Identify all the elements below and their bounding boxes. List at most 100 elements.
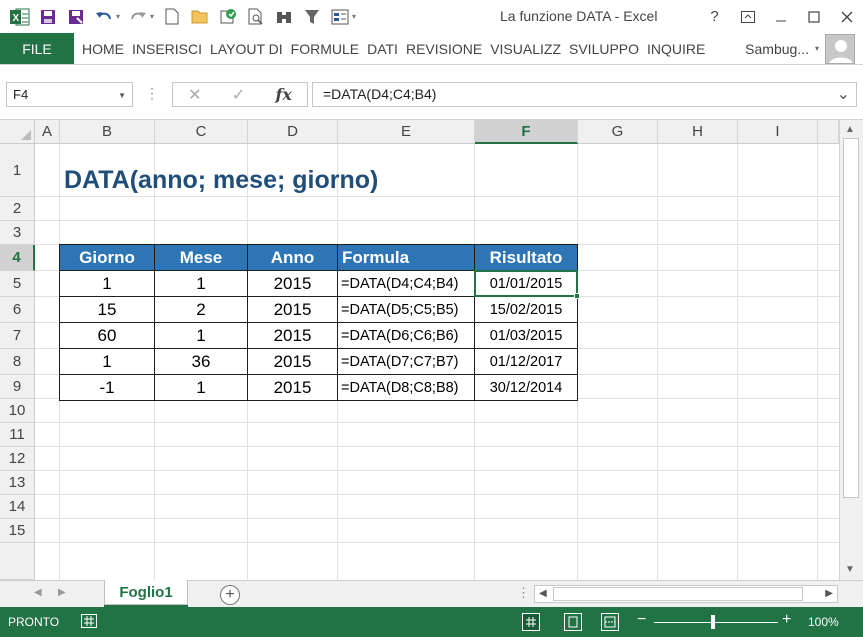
scroll-right-icon[interactable]: ▶ bbox=[825, 588, 833, 599]
formula-input[interactable]: =DATA(D4;C4;B4) ⌄ bbox=[312, 82, 857, 107]
row-header-1[interactable]: 1 bbox=[0, 144, 35, 197]
help-button[interactable]: ? bbox=[698, 0, 731, 33]
table-cell[interactable]: 01/12/2017 bbox=[474, 348, 578, 375]
tab-sviluppo[interactable]: SVILUPPO bbox=[565, 33, 643, 64]
maximize-icon[interactable] bbox=[797, 0, 830, 33]
excel-logo-icon[interactable]: X bbox=[8, 5, 32, 29]
minimize-icon[interactable] bbox=[764, 0, 797, 33]
table-header-risultato[interactable]: Risultato bbox=[474, 244, 578, 271]
table-cell[interactable]: 15 bbox=[59, 296, 155, 323]
table-cell[interactable]: 60 bbox=[59, 322, 155, 349]
sheet-scroll-right-icon[interactable]: ▶ bbox=[58, 587, 66, 598]
zoom-in-icon[interactable]: + bbox=[782, 611, 791, 629]
zoom-out-icon[interactable]: − bbox=[637, 611, 646, 629]
chevron-down-icon[interactable]: ▼ bbox=[118, 91, 126, 100]
table-cell[interactable]: 15/02/2015 bbox=[474, 296, 578, 323]
name-box[interactable]: F4 ▼ bbox=[6, 82, 133, 107]
table-cell[interactable]: 2015 bbox=[247, 374, 338, 401]
table-cell[interactable]: 2015 bbox=[247, 322, 338, 349]
scroll-left-icon[interactable]: ◀ bbox=[539, 588, 547, 599]
row-header-3[interactable]: 3 bbox=[0, 221, 35, 245]
row-header-2[interactable]: 2 bbox=[0, 197, 35, 221]
tab-inserisci[interactable]: INSERISCI bbox=[128, 33, 206, 64]
sheet-tab-foglio1[interactable]: Foglio1 bbox=[104, 580, 188, 605]
refresh-icon[interactable] bbox=[216, 5, 240, 29]
tab-inquire[interactable]: INQUIRE bbox=[643, 33, 709, 64]
page-break-preview-icon[interactable] bbox=[601, 613, 619, 631]
column-header-f[interactable]: F bbox=[475, 120, 578, 144]
table-cell[interactable]: 1 bbox=[154, 270, 248, 297]
user-account[interactable]: Sambug... ▾ bbox=[745, 33, 863, 64]
zoom-level[interactable]: 100% bbox=[808, 615, 839, 629]
row-header-8[interactable]: 8 bbox=[0, 349, 35, 375]
save-as-icon[interactable] bbox=[64, 5, 88, 29]
row-header-11[interactable]: 11 bbox=[0, 423, 35, 447]
table-cell[interactable]: 1 bbox=[154, 374, 248, 401]
horizontal-scroll-thumb[interactable] bbox=[553, 587, 803, 601]
column-header-e[interactable]: E bbox=[338, 120, 475, 144]
scroll-down-icon[interactable]: ▼ bbox=[845, 564, 855, 575]
table-cell[interactable]: 1 bbox=[59, 348, 155, 375]
row-header-6[interactable]: 6 bbox=[0, 297, 35, 323]
table-cell[interactable]: 2015 bbox=[247, 270, 338, 297]
row-header-12[interactable]: 12 bbox=[0, 447, 35, 471]
table-cell[interactable]: =DATA(D8;C8;B8) bbox=[337, 374, 475, 401]
customize-icon[interactable]: ▾ bbox=[352, 12, 356, 21]
formula-bar-resize-icon[interactable]: ⋮ bbox=[145, 85, 159, 102]
redo-dropdown-icon[interactable]: ▾ bbox=[150, 12, 154, 21]
table-cell[interactable]: =DATA(D4;C4;B4) bbox=[337, 270, 475, 297]
column-header-j[interactable] bbox=[818, 120, 839, 144]
table-cell[interactable]: 2015 bbox=[247, 348, 338, 375]
close-icon[interactable] bbox=[830, 0, 863, 33]
tab-visualizza[interactable]: VISUALIZZ bbox=[486, 33, 565, 64]
horizontal-scrollbar[interactable]: ◀ ▶ bbox=[534, 585, 838, 603]
table-header-giorno[interactable]: Giorno bbox=[59, 244, 155, 271]
table-cell[interactable]: 36 bbox=[154, 348, 248, 375]
redo-icon[interactable] bbox=[126, 5, 150, 29]
row-header-7[interactable]: 7 bbox=[0, 323, 35, 349]
tab-dati[interactable]: DATI bbox=[363, 33, 402, 64]
table-cell[interactable]: -1 bbox=[59, 374, 155, 401]
enter-icon[interactable]: ✓ bbox=[232, 85, 245, 105]
select-all-button[interactable] bbox=[0, 120, 35, 144]
column-header-i[interactable]: I bbox=[738, 120, 818, 144]
open-icon[interactable] bbox=[188, 5, 212, 29]
insert-function-icon[interactable]: fx bbox=[275, 85, 291, 104]
worksheet-grid[interactable]: A B C D E F G H I 1 2 3 4 5 6 7 8 9 10 1… bbox=[0, 120, 863, 580]
expand-formula-bar-icon[interactable]: ⌄ bbox=[837, 84, 850, 104]
normal-view-icon[interactable] bbox=[522, 613, 540, 631]
row-header-4[interactable]: 4 bbox=[0, 245, 35, 271]
column-header-c[interactable]: C bbox=[155, 120, 248, 144]
column-header-h[interactable]: H bbox=[658, 120, 738, 144]
sheet-title[interactable]: DATA(anno; mese; giorno) bbox=[64, 166, 378, 195]
row-header-5[interactable]: 5 bbox=[0, 271, 35, 297]
table-header-formula[interactable]: Formula bbox=[337, 244, 475, 271]
row-header-15[interactable]: 15 bbox=[0, 519, 35, 543]
save-icon[interactable] bbox=[36, 5, 60, 29]
page-layout-view-icon[interactable] bbox=[564, 613, 582, 631]
row-header-14[interactable]: 14 bbox=[0, 495, 35, 519]
tab-formule[interactable]: FORMULE bbox=[287, 33, 363, 64]
tab-revisione[interactable]: REVISIONE bbox=[402, 33, 486, 64]
column-header-d[interactable]: D bbox=[248, 120, 338, 144]
column-header-b[interactable]: B bbox=[60, 120, 155, 144]
table-cell[interactable]: 2 bbox=[154, 296, 248, 323]
row-header-9[interactable]: 9 bbox=[0, 375, 35, 399]
macro-record-icon[interactable] bbox=[81, 614, 97, 628]
row-header-10[interactable]: 10 bbox=[0, 399, 35, 423]
selected-cell-f4[interactable]: 01/01/2015 bbox=[474, 270, 578, 297]
tab-home[interactable]: HOME bbox=[78, 33, 128, 64]
table-cell[interactable]: 1 bbox=[59, 270, 155, 297]
form-icon[interactable] bbox=[328, 5, 352, 29]
sheet-scroll-left-icon[interactable]: ◀ bbox=[34, 587, 42, 598]
new-icon[interactable] bbox=[160, 5, 184, 29]
table-header-anno[interactable]: Anno bbox=[247, 244, 338, 271]
column-header-a[interactable]: A bbox=[35, 120, 60, 144]
table-cell[interactable]: 2015 bbox=[247, 296, 338, 323]
table-cell[interactable]: =DATA(D5;C5;B5) bbox=[337, 296, 475, 323]
tab-file[interactable]: FILE bbox=[0, 33, 74, 64]
zoom-slider[interactable] bbox=[654, 622, 778, 623]
filter-icon[interactable] bbox=[300, 5, 324, 29]
vertical-scrollbar[interactable]: ▲ ▼ bbox=[839, 120, 863, 580]
fill-handle[interactable] bbox=[574, 293, 580, 299]
